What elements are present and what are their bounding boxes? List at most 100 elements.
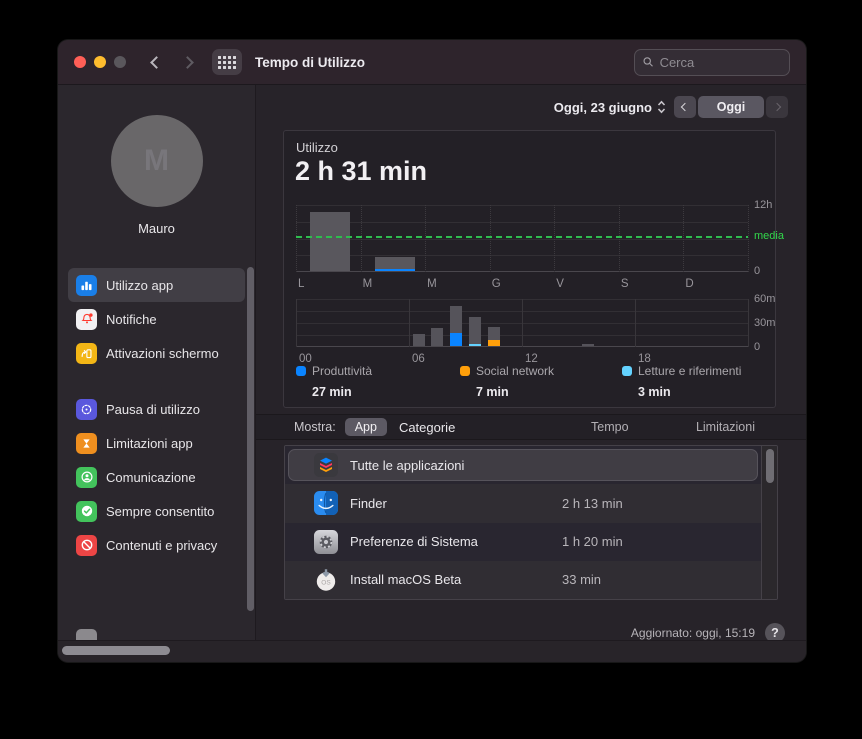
legend-value: 27 min bbox=[312, 385, 352, 399]
gridline-vertical bbox=[409, 299, 410, 347]
legend-swatch bbox=[460, 366, 470, 376]
daily-axis-30: 30m bbox=[754, 317, 776, 329]
list-header-row: Mostra: App Categorie Tempo Limitazioni bbox=[256, 414, 806, 440]
gridline bbox=[296, 238, 748, 240]
daily-axis-zero: 0 bbox=[754, 341, 761, 353]
legend-label: Social network bbox=[476, 364, 555, 378]
app-list-row[interactable]: OS Install macOS Beta 33 min bbox=[285, 560, 761, 599]
gridline-vertical bbox=[748, 299, 749, 347]
back-icon[interactable] bbox=[150, 55, 163, 69]
window-title: Tempo di Utilizzo bbox=[255, 54, 365, 70]
hourly-bar-segment-letture bbox=[469, 343, 481, 346]
sidebar-vertical-scrollbar[interactable] bbox=[247, 267, 254, 611]
average-line-label: media bbox=[754, 229, 784, 242]
weekly-usage-chart: LMMGVSD bbox=[296, 205, 749, 290]
hourly-usage-bar[interactable] bbox=[431, 328, 444, 346]
gridline-vertical bbox=[748, 205, 749, 272]
sidebar-item-attivazioni-schermo[interactable]: Attivazioni schermo bbox=[68, 336, 245, 370]
app-list-row[interactable]: Preferenze di Sistema 1 h 20 min bbox=[285, 522, 761, 561]
gridline-vertical bbox=[296, 299, 297, 347]
sidebar-item-label: Sempre consentito bbox=[106, 503, 215, 519]
sidebar-item-label: Pausa di utilizzo bbox=[106, 401, 200, 417]
gridline-vertical bbox=[522, 299, 523, 347]
hourly-usage-bar[interactable] bbox=[412, 334, 425, 346]
close-window-button[interactable] bbox=[74, 56, 86, 68]
show-label: Mostra: bbox=[294, 420, 336, 434]
search-icon bbox=[643, 57, 653, 67]
finder-icon bbox=[313, 490, 339, 516]
sidebar-item-notifiche[interactable]: Notifiche bbox=[68, 302, 245, 336]
always-allowed-icon bbox=[76, 500, 97, 522]
usage-card: Utilizzo 2 h 31 min LMMGVSD 12h media 0 … bbox=[283, 130, 784, 408]
gridline-vertical bbox=[618, 205, 620, 272]
weekday-tick-label: L bbox=[298, 278, 305, 290]
all-apps-icon bbox=[313, 452, 339, 478]
axis-baseline bbox=[296, 271, 748, 272]
list-scrollbar-track[interactable] bbox=[761, 446, 777, 599]
sidebar-item-limitazioni-app[interactable]: Limitazioni app bbox=[68, 426, 245, 460]
show-option-app[interactable]: App bbox=[344, 418, 387, 436]
forward-icon[interactable] bbox=[181, 55, 194, 69]
search-input[interactable] bbox=[659, 54, 781, 70]
hourly-bar-segment-produttivita bbox=[450, 333, 463, 346]
list-scrollbar-thumb[interactable] bbox=[765, 449, 774, 483]
chevron-right-icon bbox=[772, 102, 782, 112]
partially-visible-sidebar-icon bbox=[76, 629, 97, 640]
app-time: 33 min bbox=[562, 572, 602, 588]
today-button[interactable]: Oggi bbox=[698, 96, 764, 118]
usage-total: 2 h 31 min bbox=[295, 156, 428, 186]
content-pane: Oggi, 23 giugno Oggi Utilizzo 2 h 31 min… bbox=[256, 85, 806, 643]
app-list-row[interactable]: Finder 2 h 13 min bbox=[285, 484, 761, 523]
daily-usage-chart: 00 06 12 18 bbox=[296, 299, 749, 365]
hourly-bar-segment-altro bbox=[469, 317, 481, 344]
sidebar-item-utilizzo-app[interactable]: Utilizzo app bbox=[68, 268, 245, 302]
app-name: Install macOS Beta bbox=[350, 572, 462, 588]
column-header-limits: Limitazioni bbox=[695, 420, 755, 434]
app-name: Preferenze di Sistema bbox=[350, 534, 478, 550]
notifications-icon bbox=[76, 308, 97, 330]
daily-axis-60: 60m bbox=[754, 293, 776, 305]
zoom-window-button[interactable] bbox=[114, 56, 126, 68]
weekly-usage-bar[interactable] bbox=[374, 257, 415, 271]
sidebar-item-pausa-di-utilizzo[interactable]: Pausa di utilizzo bbox=[68, 392, 245, 426]
app-usage-icon bbox=[76, 274, 97, 296]
search-field[interactable] bbox=[634, 48, 790, 76]
show-all-preferences-icon[interactable] bbox=[212, 49, 242, 75]
hourly-usage-bar[interactable] bbox=[469, 317, 481, 346]
hourly-bar-segment-altro bbox=[450, 306, 463, 334]
hourly-bar-segment-altro bbox=[582, 344, 594, 346]
legend-swatch bbox=[622, 366, 632, 376]
sidebar-item-contenuti-e-privacy[interactable]: Contenuti e privacy bbox=[68, 528, 245, 562]
show-option-categories[interactable]: Categorie bbox=[399, 420, 455, 435]
horizontal-scrollbar-track[interactable] bbox=[58, 640, 806, 661]
column-header-time: Tempo bbox=[591, 420, 629, 434]
hourly-usage-bar[interactable] bbox=[487, 326, 500, 346]
gridline-vertical bbox=[425, 205, 427, 272]
legend-value: 7 min bbox=[476, 385, 509, 399]
app-usage-list: Tutte le applicazioni Finder 2 h 13 min Pre… bbox=[284, 445, 778, 600]
hourly-usage-bar[interactable] bbox=[582, 344, 594, 346]
weekly-axis-max: 12h bbox=[754, 199, 773, 211]
content-privacy-icon bbox=[76, 534, 97, 556]
app-name: Tutte le applicazioni bbox=[350, 457, 465, 473]
pickups-icon bbox=[76, 342, 97, 364]
weekday-tick-label: M bbox=[427, 278, 437, 290]
gridline bbox=[296, 255, 748, 257]
legend-label: Produttività bbox=[312, 364, 373, 378]
minimize-window-button[interactable] bbox=[94, 56, 106, 68]
avatar: M bbox=[110, 115, 203, 207]
date-picker[interactable]: Oggi, 23 giugno bbox=[554, 100, 666, 115]
hourly-bar-segment-altro bbox=[431, 328, 444, 346]
app-list-row[interactable]: Tutte le applicazioni bbox=[285, 446, 761, 485]
next-day-button[interactable] bbox=[766, 96, 788, 118]
weekly-usage-bar[interactable] bbox=[310, 211, 350, 271]
horizontal-scrollbar-thumb[interactable] bbox=[62, 646, 170, 655]
sidebar-item-comunicazione[interactable]: Comunicazione bbox=[68, 460, 245, 494]
sidebar-item-label: Notifiche bbox=[106, 311, 157, 327]
sidebar-item-sempre-consentito[interactable]: Sempre consentito bbox=[68, 494, 245, 528]
app-time: 2 h 13 min bbox=[562, 495, 623, 511]
hourly-usage-bar[interactable] bbox=[450, 306, 463, 346]
previous-day-button[interactable] bbox=[674, 96, 696, 118]
app-time: 1 h 20 min bbox=[562, 534, 623, 550]
